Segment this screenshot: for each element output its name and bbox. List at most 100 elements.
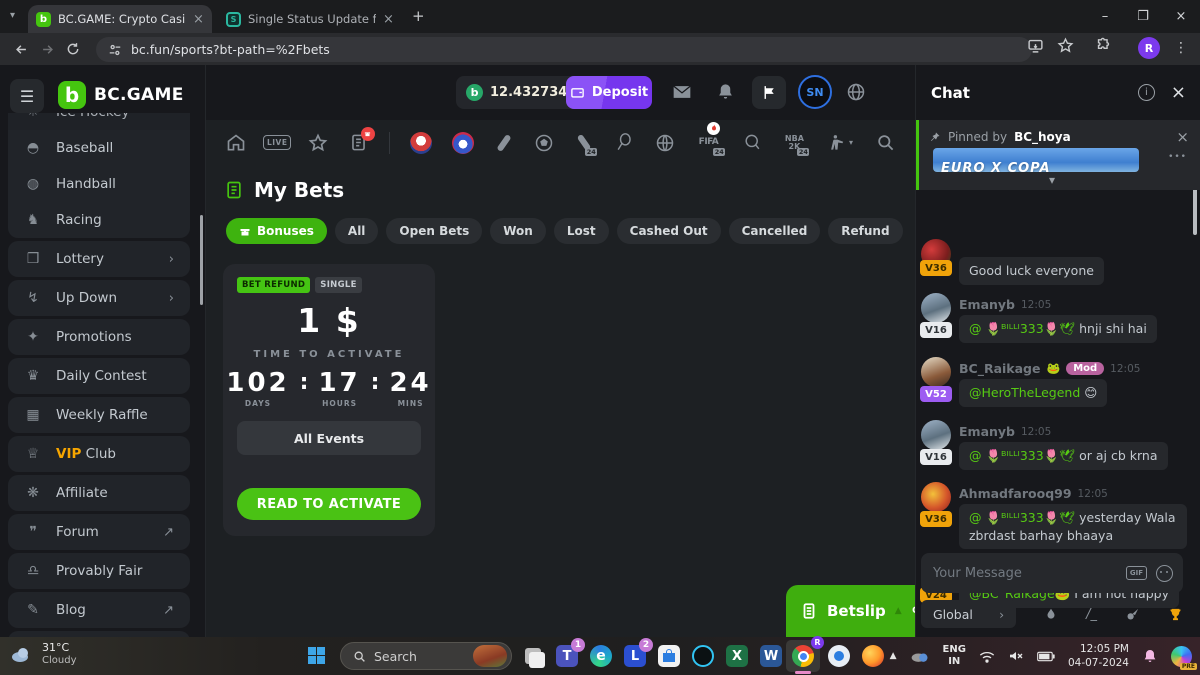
forward-icon[interactable]: [34, 36, 60, 62]
browser-tab-active[interactable]: b BC.GAME: Crypto Casino Game ×: [28, 5, 212, 33]
sidebar-item-provably-fair[interactable]: ♎ Provably Fair: [8, 553, 190, 589]
hamburger-menu-icon[interactable]: ☰: [10, 79, 44, 113]
sports-flag-icon[interactable]: [752, 76, 786, 109]
tennis-racket-icon[interactable]: [614, 131, 634, 155]
tab-close-icon[interactable]: ×: [193, 13, 204, 26]
extensions-icon[interactable]: [1095, 37, 1112, 54]
copilot-icon[interactable]: PRE: [1171, 646, 1192, 667]
user-avatar[interactable]: SN: [798, 75, 832, 109]
filter-pill[interactable]: Open Bets: [386, 218, 482, 244]
euro-2024-icon[interactable]: [410, 131, 432, 155]
sidebar-item-forum[interactable]: ❞ Forum ↗: [8, 514, 190, 550]
info-icon[interactable]: i: [1138, 84, 1155, 101]
filter-pill[interactable]: Won: [490, 218, 546, 244]
taskbar-search[interactable]: Search: [340, 642, 512, 670]
window-minimize-button[interactable]: –: [1086, 0, 1124, 33]
sidebar-item-blog[interactable]: ✎ Blog ↗: [8, 592, 190, 628]
sidebar-item-weekly-raffle[interactable]: ▦ Weekly Raffle: [8, 397, 190, 433]
pinned-message[interactable]: Pinned by BC_hoya × EURO X COPA ••• ▾: [916, 120, 1200, 190]
username[interactable]: BC_Raikage: [959, 361, 1040, 376]
username[interactable]: Ahmadfarooq99: [959, 486, 1072, 501]
emoji-icon[interactable]: [1156, 565, 1173, 582]
task-view-icon[interactable]: [520, 643, 546, 669]
sidebar-item-affiliate[interactable]: ❋ Affiliate: [8, 475, 190, 511]
language-indicator[interactable]: ENGIN: [943, 644, 966, 669]
taskbar-clock[interactable]: 12:05 PM04-07-2024: [1068, 642, 1129, 670]
l-app-icon[interactable]: L 2: [622, 643, 648, 669]
window-close-button[interactable]: ×: [1162, 0, 1200, 33]
nba2k-icon[interactable]: NBA2K 24: [782, 131, 806, 155]
pinned-expand-chevron-icon[interactable]: ▾: [1049, 173, 1055, 187]
edge-icon[interactable]: e: [588, 643, 614, 669]
filter-pill[interactable]: All: [335, 218, 379, 244]
tab-search-chevron-icon[interactable]: ▾: [10, 10, 15, 21]
deposit-button[interactable]: Deposit: [566, 76, 652, 109]
alexa-icon[interactable]: [690, 643, 716, 669]
gif-icon[interactable]: GIF: [1126, 566, 1147, 580]
url-text[interactable]: bc.fun/sports?bt-path=%2Fbets: [131, 42, 330, 57]
sidebar-item-baseball[interactable]: ◓ Baseball: [8, 130, 190, 166]
sidebar-item-lottery[interactable]: ❒ Lottery ›: [8, 241, 190, 277]
excel-icon[interactable]: X: [724, 643, 750, 669]
channel-selector[interactable]: Global ›: [921, 600, 1016, 628]
username[interactable]: Emanyb: [959, 297, 1015, 312]
profile-avatar[interactable]: R: [1138, 37, 1160, 59]
copa-america-icon[interactable]: [452, 131, 474, 155]
sidebar-item-vip-club[interactable]: ♕ VIP Club: [8, 436, 190, 472]
my-bets-icon[interactable]: [348, 131, 368, 155]
filter-pill[interactable]: Cashed Out: [617, 218, 721, 244]
start-button[interactable]: [308, 647, 325, 664]
filter-pill[interactable]: Cancelled: [729, 218, 821, 244]
reload-icon[interactable]: [60, 36, 86, 62]
rain-drop-icon[interactable]: [1044, 607, 1058, 621]
back-icon[interactable]: [8, 36, 34, 62]
sidebar-item-handball[interactable]: ◍ Handball: [8, 166, 190, 202]
trophy-icon[interactable]: [1168, 607, 1183, 622]
slash-command-icon[interactable]: /_: [1086, 607, 1097, 622]
pinned-more-icon[interactable]: •••: [1168, 152, 1187, 162]
site-info-icon[interactable]: [108, 43, 122, 57]
fifa-24-icon[interactable]: FIFA 24: [695, 131, 723, 155]
browser-menu-icon[interactable]: ⋮: [1174, 40, 1188, 56]
filter-pill[interactable]: Refund: [828, 218, 902, 244]
home-icon[interactable]: [226, 131, 246, 155]
all-events-button[interactable]: All Events: [237, 421, 421, 455]
comet-icon[interactable]: [1125, 607, 1140, 622]
tab-close-icon[interactable]: ×: [383, 13, 394, 26]
wifi-icon[interactable]: [979, 650, 995, 663]
mention[interactable]: @ 🌷ᴮᴵᴸᴸᴵ333🌷🕊: [969, 510, 1075, 525]
avatar[interactable]: [921, 293, 951, 323]
teams-icon[interactable]: T 1: [554, 643, 580, 669]
search-icon[interactable]: [876, 131, 896, 155]
sidebar-item-up-down[interactable]: ↯ Up Down ›: [8, 280, 190, 316]
sidebar-item-daily-contest[interactable]: ♛ Daily Contest: [8, 358, 190, 394]
basketball-icon[interactable]: [654, 131, 674, 155]
favorites-star-icon[interactable]: [308, 131, 328, 155]
username[interactable]: Emanyb: [959, 424, 1015, 439]
url-bar[interactable]: bc.fun/sports?bt-path=%2Fbets: [96, 37, 1032, 62]
microsoft-store-icon[interactable]: [656, 643, 682, 669]
onedrive-network-icon[interactable]: [910, 649, 930, 663]
send-to-device-icon[interactable]: [1027, 37, 1044, 54]
table-tennis-icon[interactable]: [742, 131, 762, 155]
battery-icon[interactable]: [1037, 651, 1055, 662]
shooter-esports-icon[interactable]: ▾: [826, 131, 855, 155]
live-events-icon[interactable]: LIVE: [266, 131, 288, 155]
browser-tab-inactive[interactable]: S Single Status Update from 07/0 ×: [218, 5, 402, 33]
new-tab-button[interactable]: +: [412, 7, 425, 25]
chrome-icon-active[interactable]: R: [786, 640, 820, 672]
sidebar-scrollbar[interactable]: [200, 215, 203, 305]
filter-pill[interactable]: Lost: [554, 218, 609, 244]
read-to-activate-button[interactable]: READ TO ACTIVATE: [237, 488, 421, 520]
avatar[interactable]: [921, 357, 951, 387]
mail-icon[interactable]: [672, 82, 692, 102]
globe-icon[interactable]: [846, 82, 866, 102]
avatar[interactable]: [921, 482, 951, 512]
eye-app-icon[interactable]: [826, 643, 852, 669]
soccer-icon[interactable]: [534, 131, 554, 155]
volume-muted-icon[interactable]: [1008, 649, 1024, 663]
sidebar-item-racing[interactable]: ♞ Racing: [8, 202, 190, 238]
notification-bell-icon[interactable]: [1142, 648, 1158, 664]
bcgame-logo[interactable]: b BC.GAME: [58, 81, 184, 109]
cricket-bat-icon[interactable]: [494, 131, 514, 155]
